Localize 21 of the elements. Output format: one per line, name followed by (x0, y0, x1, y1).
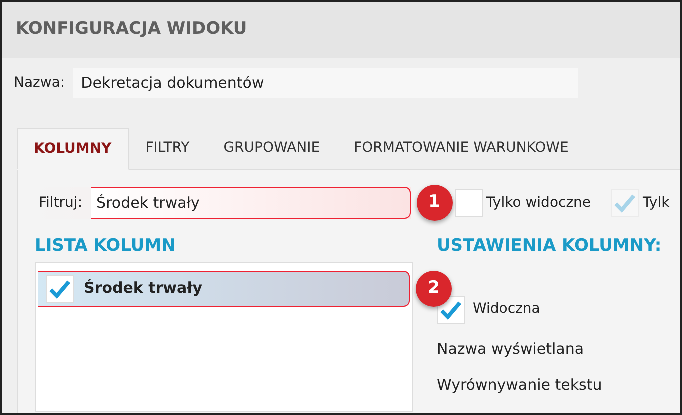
tab[interactable]: GRUPOWANIE (206, 128, 338, 169)
window-title: KONFIGURACJA WIDOKU (2, 2, 680, 58)
callout-number: 2 (416, 270, 452, 306)
callout-number: 1 (416, 185, 453, 221)
tab[interactable]: FILTRY (128, 128, 207, 169)
field-label: Nazwa wyświetlana (437, 338, 586, 360)
checkbox-label: Tylk (643, 194, 670, 212)
checkbox[interactable] (454, 189, 483, 217)
checkbox[interactable] (46, 274, 74, 302)
field-label: Nazwa: (14, 74, 66, 92)
checkbox-label: Widoczna (473, 300, 540, 319)
section-heading: LISTA KOLUMN (35, 235, 177, 258)
tab[interactable]: FORMATOWANIE WARUNKOWE (337, 128, 586, 169)
filter-field[interactable]: Środek trwały (90, 187, 411, 219)
name-field[interactable]: Dekretacja dokumentów (73, 68, 578, 98)
list-item[interactable]: Środek trwały (38, 270, 410, 306)
tab[interactable]: KOLUMNY (17, 128, 129, 170)
field-label: Wyrównywanie tekstu (437, 375, 604, 396)
field-label: Filtruj: (39, 194, 83, 212)
checkbox-label: Tylko widoczne (486, 194, 592, 212)
section-heading: USTAWIENIA KOLUMNY: (437, 235, 662, 258)
